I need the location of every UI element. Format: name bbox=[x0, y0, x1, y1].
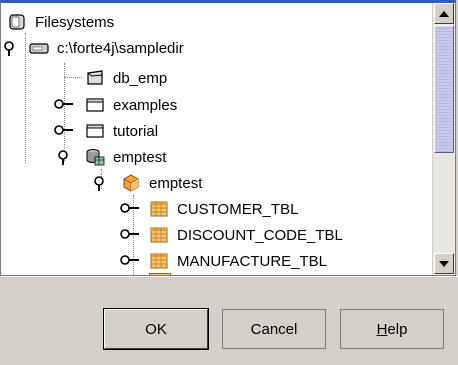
scroll-thumb[interactable] bbox=[434, 25, 454, 153]
dialog-button-bar: OK Cancel Help bbox=[0, 276, 458, 365]
tree-node-examples[interactable]: examples bbox=[54, 92, 178, 118]
tree-panel: Filesystems c:\forte4j\sampledir db_emp … bbox=[0, 0, 456, 276]
help-label-rest: elp bbox=[387, 320, 408, 338]
database-schema-icon bbox=[86, 149, 105, 166]
expanded-handle-icon[interactable] bbox=[3, 40, 23, 56]
ok-button[interactable]: OK bbox=[104, 309, 208, 349]
tree-node-label: CUSTOMER_TBL bbox=[177, 200, 299, 218]
tree-node-label: examples bbox=[113, 96, 178, 114]
tree-node-label: emptest bbox=[149, 174, 203, 192]
help-button[interactable]: Help bbox=[340, 309, 444, 349]
filesystems-icon bbox=[9, 14, 25, 30]
tree-node-label: Filesystems bbox=[35, 13, 115, 31]
tree-node-emptest-db[interactable]: emptest bbox=[58, 144, 167, 170]
tree-node-discount-code-tbl[interactable]: DISCOUNT_CODE_TBL bbox=[120, 222, 343, 248]
scroll-up-button[interactable] bbox=[434, 3, 454, 24]
folder-icon bbox=[86, 124, 104, 138]
tree-node-label: MANUFACTURE_TBL bbox=[177, 252, 328, 270]
arrow-up-icon bbox=[439, 10, 449, 17]
tree-node-sampledir[interactable]: c:\forte4j\sampledir bbox=[4, 35, 184, 61]
table-icon bbox=[150, 253, 168, 269]
vertical-scrollbar[interactable] bbox=[432, 3, 455, 275]
tree-node-db-emp[interactable]: db_emp bbox=[85, 65, 167, 91]
tree-node-label: c:\forte4j\sampledir bbox=[57, 39, 184, 57]
drive-icon bbox=[29, 43, 49, 54]
tree-node-emptest-schema[interactable]: emptest bbox=[94, 170, 203, 196]
database-icon bbox=[87, 70, 103, 85]
expanded-handle-icon[interactable] bbox=[93, 175, 113, 191]
tree-node-label: emptest bbox=[113, 148, 167, 166]
help-mnemonic: H bbox=[376, 320, 388, 338]
collapsed-handle-icon[interactable] bbox=[119, 227, 143, 241]
tree-node-label: DISCOUNT_CODE_TBL bbox=[177, 226, 343, 244]
scroll-down-button[interactable] bbox=[434, 253, 454, 274]
tree-node-label: tutorial bbox=[113, 122, 159, 140]
table-icon bbox=[150, 201, 168, 217]
expanded-handle-icon[interactable] bbox=[57, 149, 77, 165]
collapsed-handle-icon[interactable] bbox=[53, 123, 77, 137]
collapsed-handle-icon[interactable] bbox=[119, 201, 143, 215]
tree-node-tutorial[interactable]: tutorial bbox=[54, 118, 159, 144]
cancel-button[interactable]: Cancel bbox=[222, 309, 326, 349]
table-icon bbox=[150, 227, 168, 243]
schema-cube-icon bbox=[123, 174, 139, 192]
tree-node-manufacture-tbl[interactable]: MANUFACTURE_TBL bbox=[120, 248, 328, 274]
filesystems-tree[interactable]: Filesystems c:\forte4j\sampledir db_emp … bbox=[1, 3, 433, 275]
collapsed-handle-icon[interactable] bbox=[119, 253, 143, 267]
tree-node-filesystems[interactable]: Filesystems bbox=[7, 9, 114, 35]
folder-icon bbox=[86, 98, 104, 112]
tree-connector bbox=[64, 63, 65, 77]
collapsed-handle-icon[interactable] bbox=[53, 97, 77, 111]
tree-node-label: db_emp bbox=[113, 69, 168, 87]
tree-connector bbox=[64, 77, 82, 78]
tree-connector bbox=[25, 33, 26, 163]
arrow-down-icon bbox=[439, 260, 449, 267]
tree-node-customer-tbl[interactable]: CUSTOMER_TBL bbox=[120, 196, 299, 222]
